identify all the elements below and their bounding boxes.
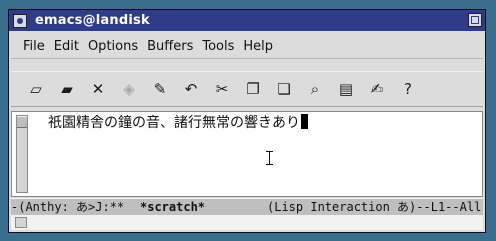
- scrollbar[interactable]: [16, 115, 28, 193]
- window-title: emacs@landisk: [35, 13, 150, 28]
- help-icon[interactable]: ?: [398, 79, 418, 99]
- scrollbar-thumb[interactable]: [17, 116, 27, 128]
- new-file-icon[interactable]: ▱: [26, 79, 46, 99]
- emacs-window: emacs@landisk File Edit Options Buffers …: [8, 9, 486, 233]
- minibuffer-scrollbar[interactable]: [15, 217, 27, 228]
- menu-edit[interactable]: Edit: [54, 39, 79, 54]
- text-cursor: [301, 114, 308, 129]
- menu-file[interactable]: File: [23, 39, 45, 54]
- menu-buffers[interactable]: Buffers: [147, 39, 193, 54]
- preferences-icon[interactable]: ✍: [367, 79, 387, 99]
- print-icon[interactable]: ▤: [336, 79, 356, 99]
- mode-line[interactable]: -(Anthy: あ>J:** *scratch* (Lisp Interact…: [11, 198, 483, 215]
- window-menu-icon[interactable]: [13, 13, 27, 28]
- ibeam-cursor-icon: [265, 151, 275, 167]
- search-icon[interactable]: ⌕: [305, 79, 325, 99]
- copy-icon[interactable]: ❐: [243, 79, 263, 99]
- minibuffer[interactable]: [11, 215, 483, 230]
- menu-bar: File Edit Options Buffers Tools Help: [11, 34, 483, 59]
- editor-area[interactable]: 祇園精舎の鐘の音、諸行無常の響きあり: [11, 111, 483, 197]
- menu-help[interactable]: Help: [243, 39, 273, 54]
- maximize-icon[interactable]: [468, 13, 482, 27]
- mode-line-input-method: -(Anthy: あ>J:**: [11, 200, 125, 214]
- cut-scissors-icon[interactable]: ✂: [212, 79, 232, 99]
- undo-icon[interactable]: ↶: [181, 79, 201, 99]
- open-folder-icon[interactable]: ▰: [57, 79, 77, 99]
- buffer-text-line[interactable]: 祇園精舎の鐘の音、諸行無常の響きあり: [48, 114, 308, 132]
- title-bar[interactable]: emacs@landisk: [9, 10, 485, 31]
- tool-bar: ▱ ▰ ✕ ◈ ✎ ↶ ✂ ❐ ❏ ⌕ ▤ ✍?: [11, 71, 483, 107]
- menu-options[interactable]: Options: [88, 39, 138, 54]
- paste-icon[interactable]: ❏: [274, 79, 294, 99]
- buffer-text: 祇園精舎の鐘の音、諸行無常の響きあり: [48, 115, 300, 131]
- save-disk-icon[interactable]: ◈: [119, 79, 139, 99]
- save-as-icon[interactable]: ✎: [150, 79, 170, 99]
- close-icon[interactable]: ✕: [88, 79, 108, 99]
- mode-line-buffer-name[interactable]: *scratch*: [140, 199, 205, 215]
- mode-line-mode-info[interactable]: (Lisp Interaction あ)--L1--All-: [267, 199, 483, 215]
- menu-tools[interactable]: Tools: [202, 39, 234, 54]
